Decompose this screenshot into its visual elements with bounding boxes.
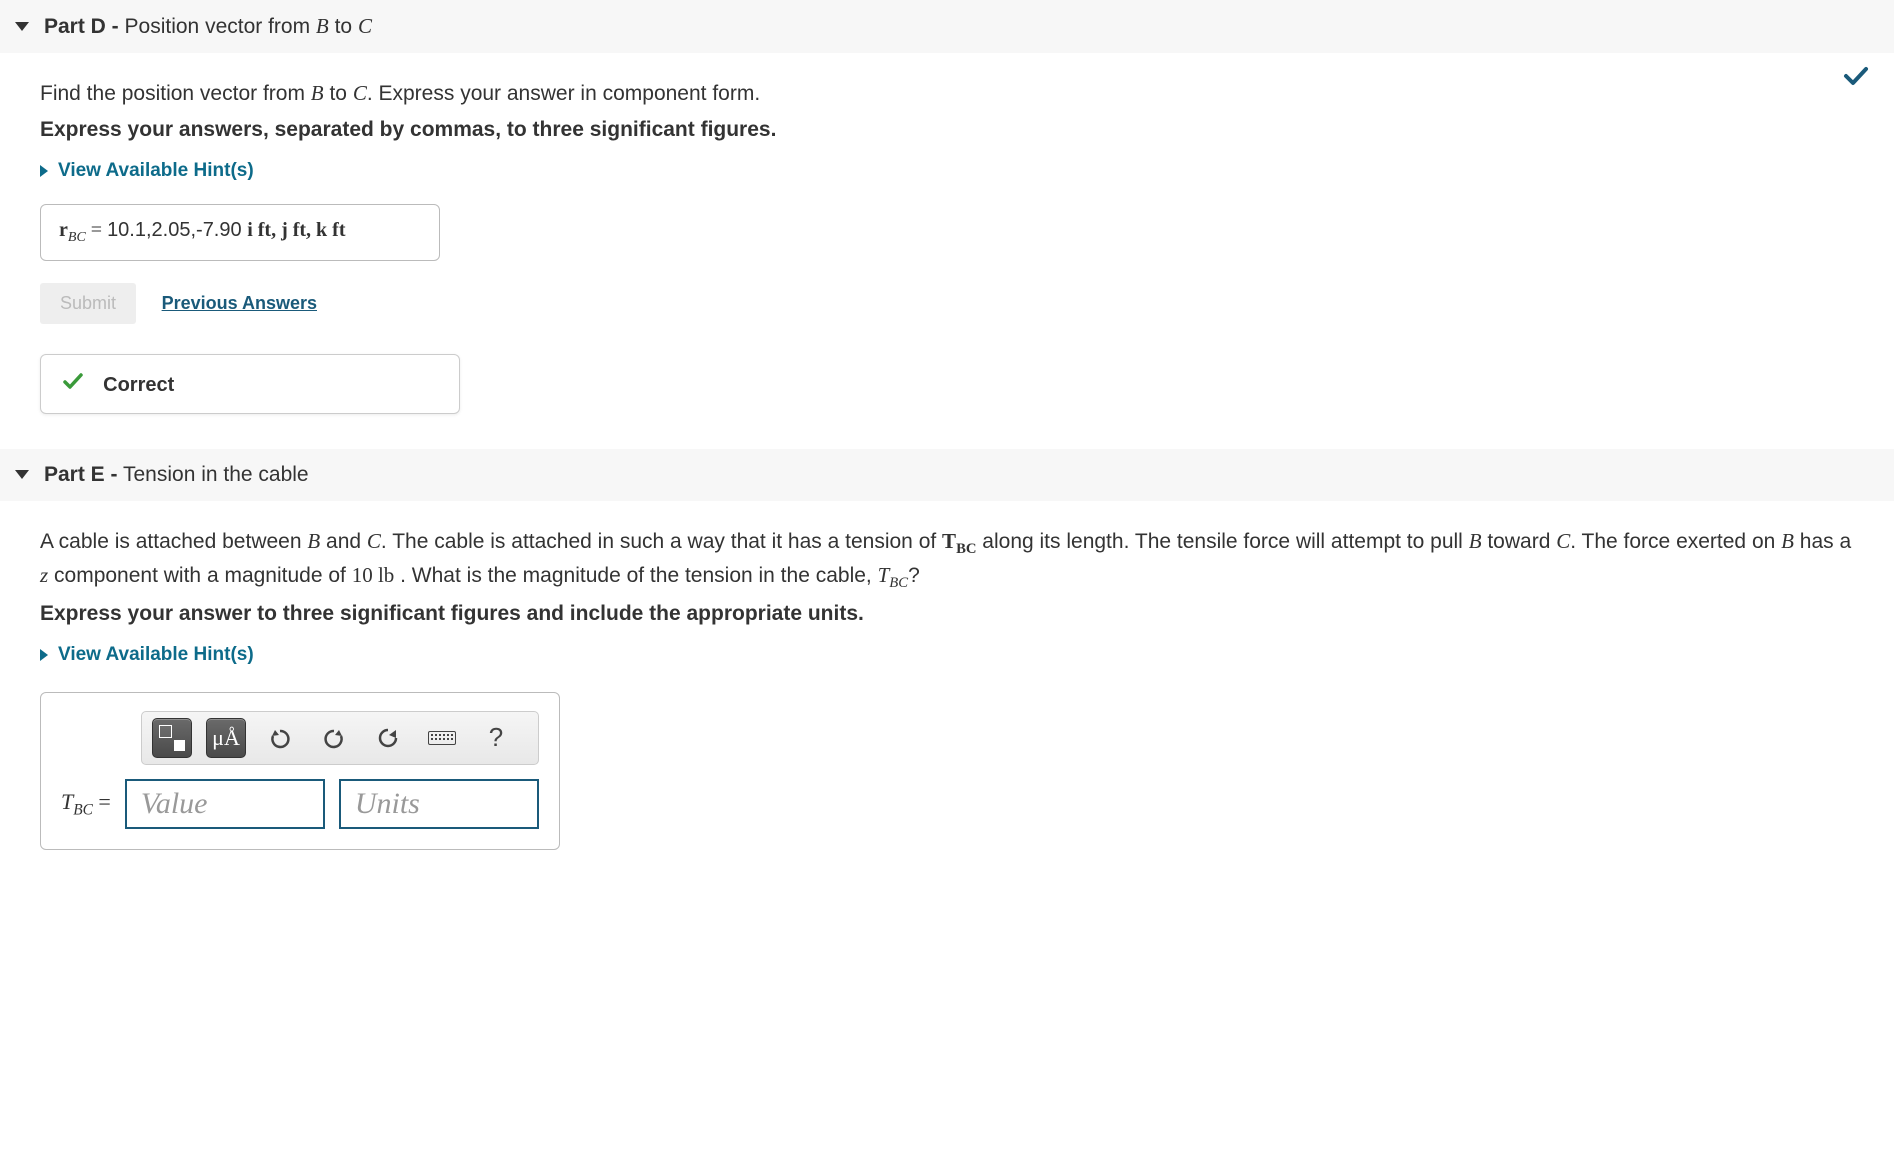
answer-value: 10.1,2.05,-7.90 — [107, 219, 242, 241]
button-row-d: Submit Previous Answers — [40, 283, 1854, 324]
correct-feedback: Correct — [40, 354, 460, 414]
caret-down-icon — [15, 470, 29, 479]
view-hints-e[interactable]: View Available Hint(s) — [40, 644, 1854, 666]
units-tool-icon[interactable]: μÅ — [206, 718, 246, 758]
check-icon — [63, 371, 89, 396]
part-e-header[interactable]: Part E - Tension in the cable — [0, 449, 1894, 501]
units-input[interactable]: Units — [339, 779, 539, 829]
caret-right-icon — [40, 165, 48, 177]
hints-label: View Available Hint(s) — [58, 160, 254, 182]
hints-label: View Available Hint(s) — [58, 644, 254, 666]
caret-right-icon — [40, 649, 48, 661]
previous-answers-link[interactable]: Previous Answers — [162, 293, 317, 313]
submit-button: Submit — [40, 283, 136, 324]
part-d-prompt: Find the position vector from B to C. Ex… — [40, 78, 1854, 110]
answer-box-d: rBC = 10.1,2.05,-7.90 i ft, j ft, k ft — [40, 204, 440, 261]
caret-down-icon — [15, 22, 29, 31]
equation-toolbar: μÅ ? — [141, 711, 539, 765]
equation-lhs: TBC = — [61, 789, 111, 819]
part-d-header[interactable]: Part D - Position vector from B to C — [0, 0, 1894, 53]
check-icon — [1843, 63, 1869, 94]
view-hints-d[interactable]: View Available Hint(s) — [40, 160, 1854, 182]
part-e-content: A cable is attached between B and C. The… — [0, 501, 1894, 885]
part-d-content: Find the position vector from B to C. Ex… — [0, 53, 1894, 449]
answer-input-panel: μÅ ? TBC = Value Units — [40, 692, 560, 850]
correct-label: Correct — [103, 374, 174, 396]
redo-icon[interactable] — [314, 718, 354, 758]
undo-icon[interactable] — [260, 718, 300, 758]
part-e-instructions: Express your answer to three significant… — [40, 602, 1854, 626]
reset-icon[interactable] — [368, 718, 408, 758]
part-d-label: Part D - — [44, 15, 119, 38]
answer-units: i ft, j ft, k ft — [247, 219, 345, 241]
equation-row: TBC = Value Units — [61, 779, 539, 829]
part-d-instructions: Express your answers, separated by comma… — [40, 118, 1854, 142]
part-e-title: Part E - Tension in the cable — [44, 463, 309, 487]
value-input[interactable]: Value — [125, 779, 325, 829]
help-icon[interactable]: ? — [476, 718, 516, 758]
part-e-label: Part E - — [44, 463, 118, 486]
keyboard-icon[interactable] — [422, 718, 462, 758]
part-d-title: Part D - Position vector from B to C — [44, 14, 372, 39]
part-e-prompt: A cable is attached between B and C. The… — [40, 526, 1854, 594]
fraction-tool-icon[interactable] — [152, 718, 192, 758]
